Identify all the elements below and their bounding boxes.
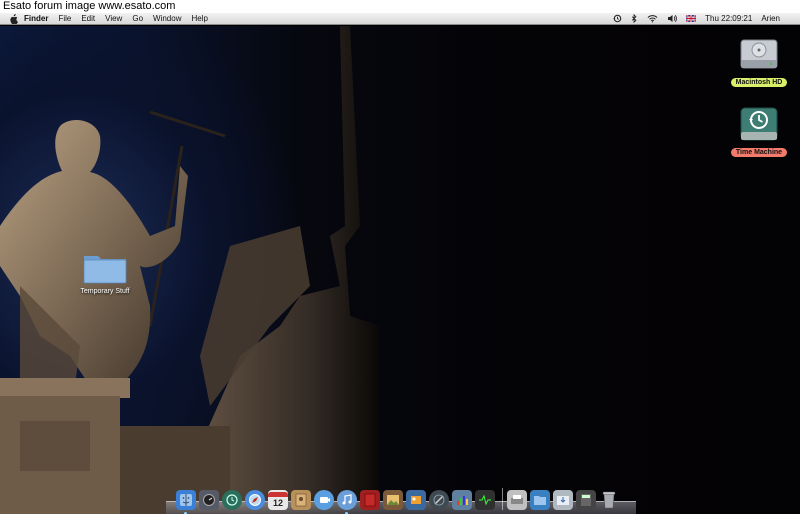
menu-user[interactable]: Arien bbox=[761, 14, 780, 23]
desktop-icon-label: Time Machine bbox=[730, 148, 788, 157]
dock-safari-icon[interactable] bbox=[245, 490, 265, 510]
dock-calculator-icon[interactable] bbox=[576, 490, 596, 510]
desktop-icon-label: Temporary Stuff bbox=[80, 288, 130, 295]
watermark-banner: Esato forum image www.esato.com bbox=[0, 0, 800, 13]
dock-separator bbox=[502, 488, 503, 510]
dock-ichat-icon[interactable] bbox=[314, 490, 334, 510]
hard-drive-icon bbox=[740, 39, 778, 69]
menu-window[interactable]: Window bbox=[153, 14, 181, 23]
desktop[interactable]: Macintosh HD Time Machine Temporary Stuf… bbox=[0, 26, 800, 514]
dock-printer-icon[interactable] bbox=[507, 490, 527, 510]
dock-time-machine-icon[interactable] bbox=[222, 490, 242, 510]
menu-help[interactable]: Help bbox=[191, 14, 207, 23]
dock-activity-icon[interactable] bbox=[475, 490, 495, 510]
dock-keynote-icon[interactable] bbox=[452, 490, 472, 510]
menu-go[interactable]: Go bbox=[132, 14, 143, 23]
dock-finder-icon[interactable] bbox=[176, 490, 196, 514]
bluetooth-icon[interactable] bbox=[631, 14, 638, 23]
desktop-icon-label: Macintosh HD bbox=[730, 78, 788, 87]
desktop-icon-macintosh-hd[interactable]: Macintosh HD bbox=[730, 32, 788, 87]
dock-iphoto-icon[interactable] bbox=[406, 490, 426, 510]
uk-flag-input-icon[interactable] bbox=[686, 15, 697, 22]
apple-logo-icon[interactable] bbox=[8, 13, 18, 24]
dock-address-book-icon[interactable] bbox=[291, 490, 311, 510]
dock-ical-icon[interactable]: 12 bbox=[268, 490, 288, 510]
menu-clock[interactable]: Thu 22:09:21 bbox=[705, 14, 752, 23]
dock-dashboard-icon[interactable] bbox=[199, 490, 219, 510]
time-machine-drive-icon bbox=[740, 107, 778, 141]
dock-documents-stack-icon[interactable] bbox=[530, 490, 550, 510]
desktop-icon-time-machine[interactable]: Time Machine bbox=[730, 102, 788, 157]
menu-finder[interactable]: Finder bbox=[24, 14, 48, 23]
menu-view[interactable]: View bbox=[105, 14, 122, 23]
menu-file[interactable]: File bbox=[58, 14, 71, 23]
menu-edit[interactable]: Edit bbox=[81, 14, 95, 23]
dock-book-icon[interactable] bbox=[360, 490, 380, 510]
dock-xcode-icon[interactable] bbox=[429, 490, 449, 510]
menu-bar: Finder File Edit View Go Window Help Thu… bbox=[0, 13, 800, 25]
dock-trash-icon[interactable] bbox=[599, 490, 619, 510]
time-machine-status-icon[interactable] bbox=[613, 14, 622, 23]
dock: 12 bbox=[166, 482, 636, 514]
dock-itunes-icon[interactable] bbox=[337, 490, 357, 514]
ical-day: 12 bbox=[272, 497, 283, 508]
folder-icon bbox=[83, 256, 127, 284]
wallpaper-statue bbox=[0, 26, 380, 514]
dock-downloads-stack-icon[interactable] bbox=[553, 490, 573, 510]
volume-icon[interactable] bbox=[667, 14, 678, 23]
desktop-icon-temporary-stuff[interactable]: Temporary Stuff bbox=[70, 250, 140, 295]
wifi-icon[interactable] bbox=[647, 14, 658, 23]
dock-preview-icon[interactable] bbox=[383, 490, 403, 510]
